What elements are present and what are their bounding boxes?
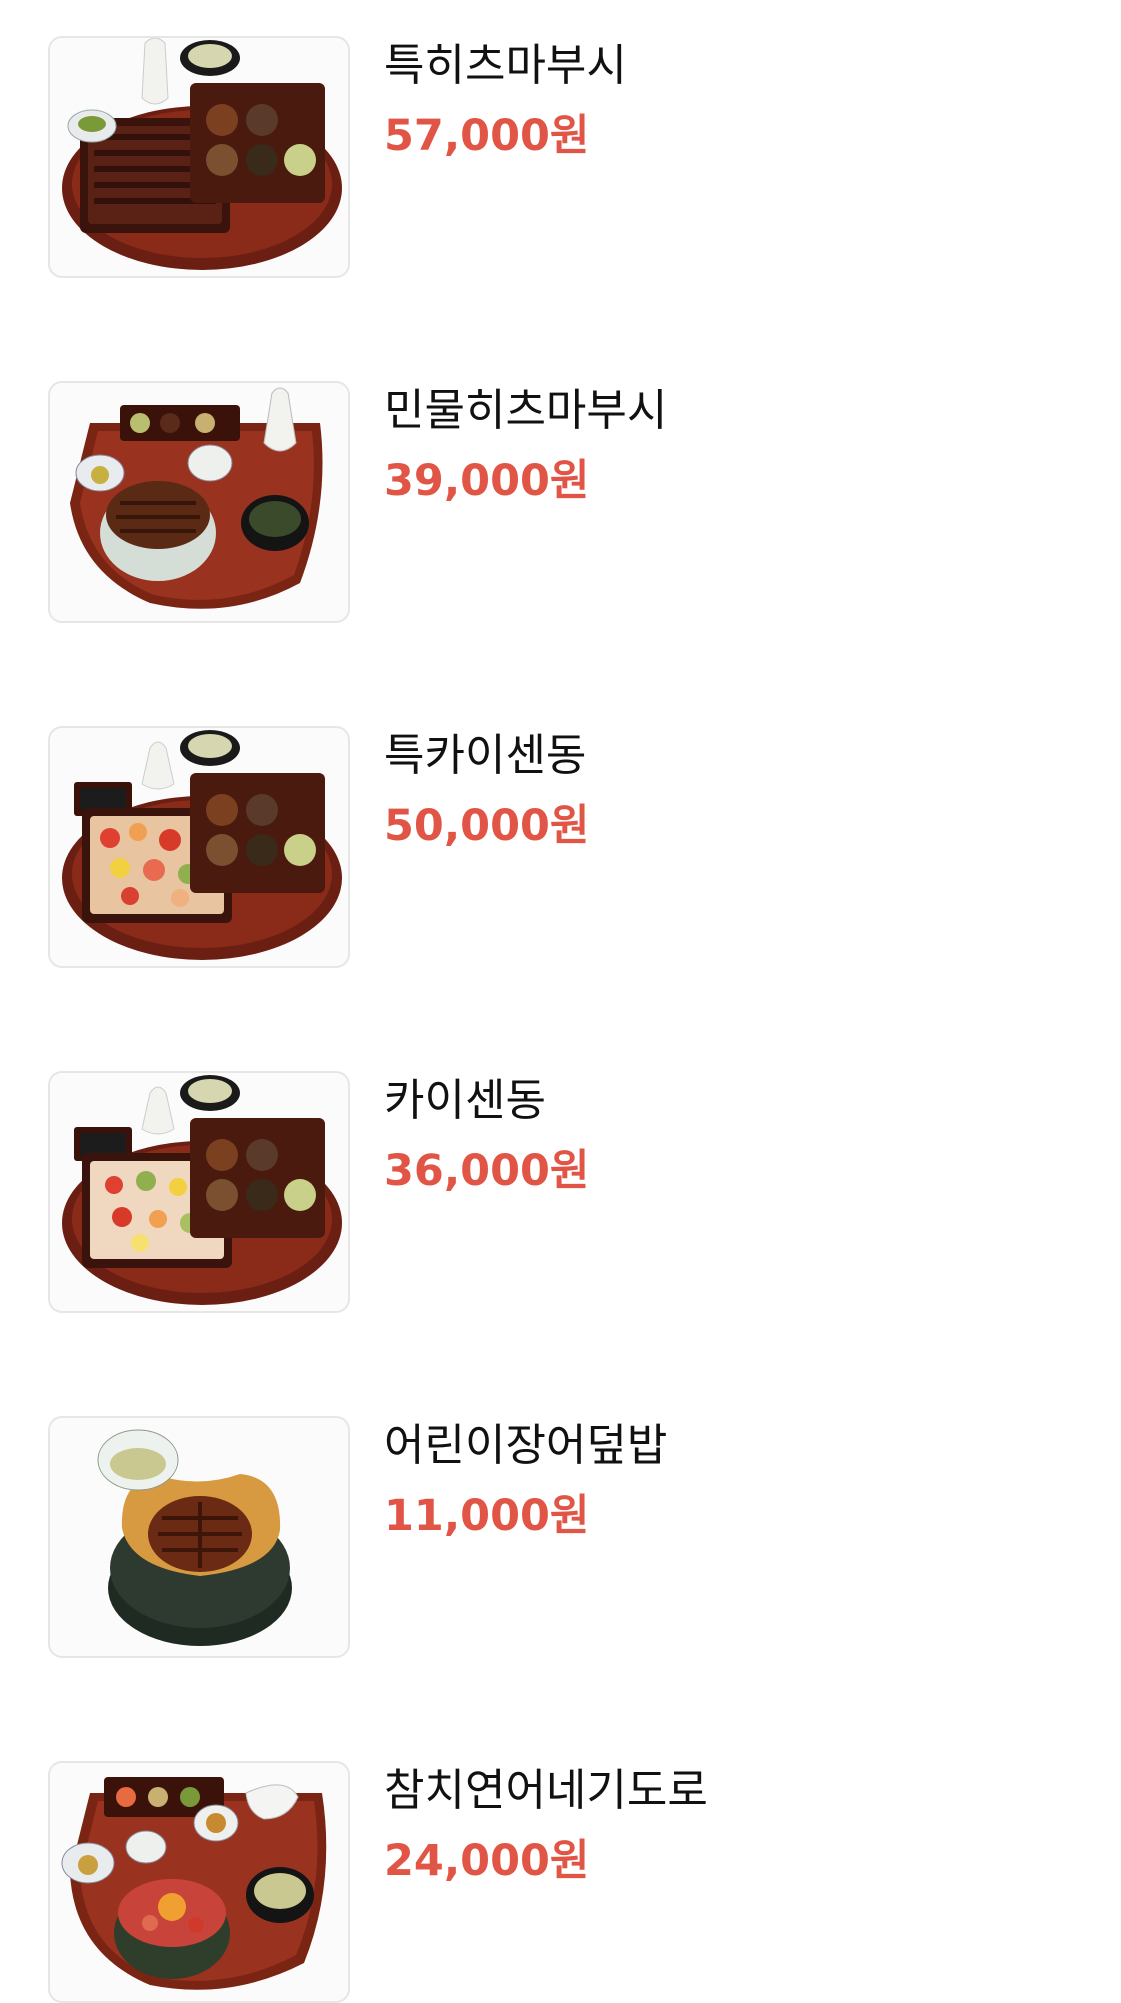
menu-item-image[interactable] — [48, 1071, 350, 1313]
boxed-sashimi-set-photo — [62, 730, 342, 960]
eel-bowl-set-photo — [70, 387, 323, 609]
tuna-salmon-bowl-set-photo — [61, 1777, 327, 1990]
menu-item-price: 57,000원 — [384, 111, 590, 161]
menu-item[interactable]: 특카이센동 50,000원 — [48, 726, 1088, 968]
menu-item[interactable]: 민물히츠마부시 39,000원 — [48, 381, 1088, 623]
menu-item-name: 민물히츠마부시 — [384, 385, 668, 436]
menu-item-name: 카이센동 — [384, 1075, 546, 1126]
menu-item-image[interactable] — [48, 1416, 350, 1658]
menu-item[interactable]: 카이센동 36,000원 — [48, 1071, 1088, 1313]
menu-item-name: 참치연어네기도로 — [384, 1765, 708, 1816]
menu-item[interactable]: 특히츠마부시 57,000원 — [48, 36, 1088, 278]
menu-item[interactable]: 어린이장어덮밥 11,000원 — [48, 1416, 1088, 1658]
menu-item-price: 11,000원 — [384, 1491, 590, 1541]
menu-item-name: 특히츠마부시 — [384, 40, 627, 91]
menu-item-price: 36,000원 — [384, 1146, 590, 1196]
boxed-eel-set-photo — [62, 38, 342, 270]
kids-eel-bowl-photo — [97, 1429, 292, 1646]
menu-item-price: 24,000원 — [384, 1836, 590, 1886]
menu-item-price: 39,000원 — [384, 456, 590, 506]
menu-item-image[interactable] — [48, 381, 350, 623]
menu-item[interactable]: 참치연어네기도로 24,000원 — [48, 1761, 1088, 2003]
menu-item-image[interactable] — [48, 1761, 350, 2003]
menu-item-image[interactable] — [48, 726, 350, 968]
sashimi-set-photo — [62, 1075, 342, 1305]
menu-item-name: 어린이장어덮밥 — [384, 1420, 668, 1471]
menu-item-name: 특카이센동 — [384, 730, 587, 781]
menu-item-image[interactable] — [48, 36, 350, 278]
menu-item-price: 50,000원 — [384, 801, 590, 851]
